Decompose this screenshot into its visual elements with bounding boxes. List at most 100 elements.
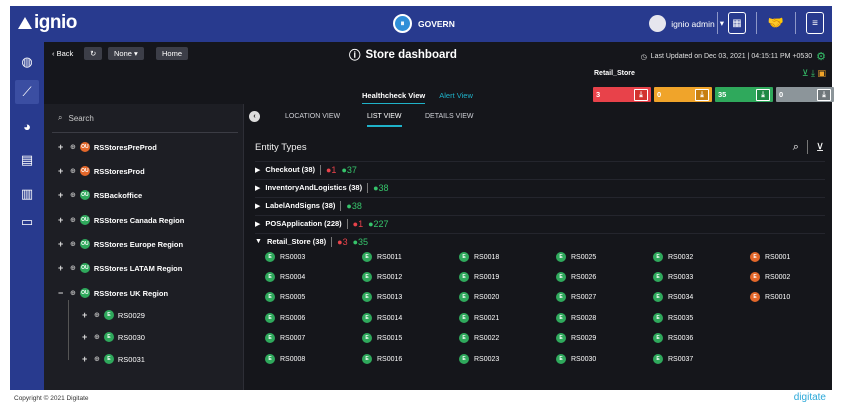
filter-icon[interactable]: ⊻ bbox=[802, 68, 809, 78]
tree-item[interactable]: + ⊕ OU RSBackoffice bbox=[58, 190, 142, 200]
download-icon[interactable]: ⤓ bbox=[695, 88, 709, 101]
store-item[interactable]: E RS0036 bbox=[653, 333, 693, 343]
zoom-icon[interactable]: ⊕ bbox=[70, 191, 76, 199]
tab-healthcheck-view[interactable]: Healthcheck View bbox=[362, 91, 426, 105]
store-item[interactable]: E RS0027 bbox=[556, 292, 596, 302]
expand-icon[interactable]: + bbox=[82, 332, 90, 342]
pie-icon[interactable]: ◕ bbox=[15, 114, 39, 138]
store-item[interactable]: E RS0003 bbox=[265, 252, 305, 262]
store-item[interactable]: E RS0025 bbox=[556, 252, 596, 262]
store-item[interactable]: E RS0023 bbox=[459, 354, 499, 364]
entity-row[interactable]: ▶ POSApplication (228) ●1 ●227 bbox=[255, 215, 825, 231]
download-icon[interactable]: ⤓ bbox=[756, 88, 770, 101]
store-item[interactable]: E RS0005 bbox=[265, 292, 305, 302]
settings-icon[interactable]: ⚙ bbox=[816, 50, 826, 63]
expand-icon[interactable]: + bbox=[58, 263, 66, 273]
store-item[interactable]: E RS0013 bbox=[362, 292, 402, 302]
store-item[interactable]: E RS0015 bbox=[362, 333, 402, 343]
monitor-icon[interactable]: ▭ bbox=[15, 210, 39, 234]
collapse-icon[interactable]: − bbox=[58, 288, 66, 298]
zoom-icon[interactable]: ⊕ bbox=[70, 289, 76, 297]
tree-icon[interactable]: ▤ bbox=[15, 148, 39, 172]
refresh-button[interactable]: ↻ bbox=[84, 47, 103, 60]
status-tile-green[interactable]: 35 ⤓ bbox=[715, 87, 773, 102]
tree-child-item[interactable]: + ⊕ E RS0029 bbox=[82, 310, 145, 320]
handshake-icon[interactable]: 🤝 bbox=[767, 12, 785, 34]
store-item[interactable]: E RS0021 bbox=[459, 313, 499, 323]
expand-icon[interactable]: + bbox=[58, 215, 66, 225]
entity-row[interactable]: ▶ Checkout (38) ●1 ●37 bbox=[255, 161, 825, 177]
zoom-icon[interactable]: ⊕ bbox=[94, 355, 100, 363]
tab-details-view[interactable]: DETAILS VIEW bbox=[425, 113, 474, 120]
search-icon[interactable]: ⌕ bbox=[793, 141, 799, 154]
filter-icon[interactable]: ⊻ bbox=[816, 141, 824, 154]
entity-row[interactable]: ▼ Retail_Store (38) ●3 ●35 bbox=[255, 233, 825, 249]
collapse-sidebar-icon[interactable]: ‹ bbox=[249, 111, 260, 122]
store-item[interactable]: E RS0037 bbox=[653, 354, 693, 364]
expand-icon[interactable]: + bbox=[58, 166, 66, 176]
store-item[interactable]: E RS0001 bbox=[750, 252, 790, 262]
tree-item[interactable]: + ⊕ OU RSStores Europe Region bbox=[58, 239, 183, 249]
export-icon[interactable]: ▣ bbox=[817, 68, 826, 78]
store-item[interactable]: E RS0026 bbox=[556, 272, 596, 282]
store-item[interactable]: E RS0035 bbox=[653, 313, 693, 323]
store-item[interactable]: E RS0002 bbox=[750, 272, 790, 282]
status-tile-grey[interactable]: 0 ⤓ bbox=[776, 87, 834, 102]
store-item[interactable]: E RS0011 bbox=[362, 252, 402, 262]
tab-list-view[interactable]: LIST VIEW bbox=[367, 113, 402, 127]
store-item[interactable]: E RS0028 bbox=[556, 313, 596, 323]
store-item[interactable]: E RS0022 bbox=[459, 333, 499, 343]
zoom-icon[interactable]: ⊕ bbox=[94, 311, 100, 319]
tree-item[interactable]: + ⊕ OU RSStoresPreProd bbox=[58, 142, 157, 152]
store-item[interactable]: E RS0032 bbox=[653, 252, 693, 262]
entity-row[interactable]: ▶ LabelAndSigns (38) ●38 bbox=[255, 197, 825, 213]
tab-alert-view[interactable]: Alert View bbox=[439, 91, 473, 105]
entity-row[interactable]: ▶ InventoryAndLogistics (38) ●38 bbox=[255, 179, 825, 195]
user-menu[interactable]: ignio admin ▾ bbox=[649, 15, 724, 32]
store-item[interactable]: E RS0033 bbox=[653, 272, 693, 282]
expand-icon[interactable]: + bbox=[82, 354, 90, 364]
tree-item[interactable]: + ⊕ OU RSStores LATAM Region bbox=[58, 263, 182, 273]
document-icon[interactable]: ≡ bbox=[806, 12, 824, 34]
status-tile-amber[interactable]: 0 ⤓ bbox=[654, 87, 712, 102]
store-item[interactable]: E RS0018 bbox=[459, 252, 499, 262]
status-tile-red[interactable]: 3 ⤓ bbox=[593, 87, 651, 102]
chart-icon[interactable]: ⟋ bbox=[15, 80, 39, 104]
calendar-icon[interactable]: ▦ bbox=[728, 12, 746, 34]
tree-search[interactable]: ⌕ Search bbox=[58, 113, 94, 123]
expand-icon[interactable]: + bbox=[58, 142, 66, 152]
download-icon[interactable]: ⤓ bbox=[817, 88, 831, 101]
tab-location-view[interactable]: LOCATION VIEW bbox=[285, 113, 340, 120]
govern-module[interactable]: ⏸ GOVERN bbox=[393, 14, 455, 33]
store-item[interactable]: E RS0019 bbox=[459, 272, 499, 282]
store-item[interactable]: E RS0004 bbox=[265, 272, 305, 282]
store-item[interactable]: E RS0008 bbox=[265, 354, 305, 364]
tree-item[interactable]: + ⊕ OU RSStoresProd bbox=[58, 166, 145, 176]
store-item[interactable]: E RS0010 bbox=[750, 292, 790, 302]
zoom-icon[interactable]: ⊕ bbox=[70, 216, 76, 224]
store-item[interactable]: E RS0007 bbox=[265, 333, 305, 343]
zoom-icon[interactable]: ⊕ bbox=[70, 240, 76, 248]
store-item[interactable]: E RS0014 bbox=[362, 313, 402, 323]
report-icon[interactable]: ▥ bbox=[15, 182, 39, 206]
home-button[interactable]: Home bbox=[156, 47, 189, 60]
tree-item[interactable]: + ⊕ OU RSStores Canada Region bbox=[58, 215, 184, 225]
back-button[interactable]: ‹ Back bbox=[52, 49, 73, 58]
tree-item[interactable]: − ⊕ OU RSStores UK Region bbox=[58, 288, 168, 298]
none-dropdown[interactable]: None ▾ bbox=[108, 47, 144, 60]
store-item[interactable]: E RS0020 bbox=[459, 292, 499, 302]
zoom-icon[interactable]: ⊕ bbox=[70, 264, 76, 272]
zoom-icon[interactable]: ⊕ bbox=[70, 167, 76, 175]
ignio-logo[interactable]: ignio bbox=[18, 12, 77, 34]
store-item[interactable]: E RS0030 bbox=[556, 354, 596, 364]
zoom-icon[interactable]: ⊕ bbox=[70, 143, 76, 151]
store-item[interactable]: E RS0016 bbox=[362, 354, 402, 364]
expand-icon[interactable]: + bbox=[82, 310, 90, 320]
store-item[interactable]: E RS0006 bbox=[265, 313, 305, 323]
download-icon[interactable]: ⤓ bbox=[811, 68, 815, 78]
store-item[interactable]: E RS0012 bbox=[362, 272, 402, 282]
expand-icon[interactable]: + bbox=[58, 190, 66, 200]
download-icon[interactable]: ⤓ bbox=[634, 88, 648, 101]
globe-icon[interactable]: ◍ bbox=[15, 50, 39, 74]
tree-child-item[interactable]: + ⊕ E RS0031 bbox=[82, 354, 145, 364]
